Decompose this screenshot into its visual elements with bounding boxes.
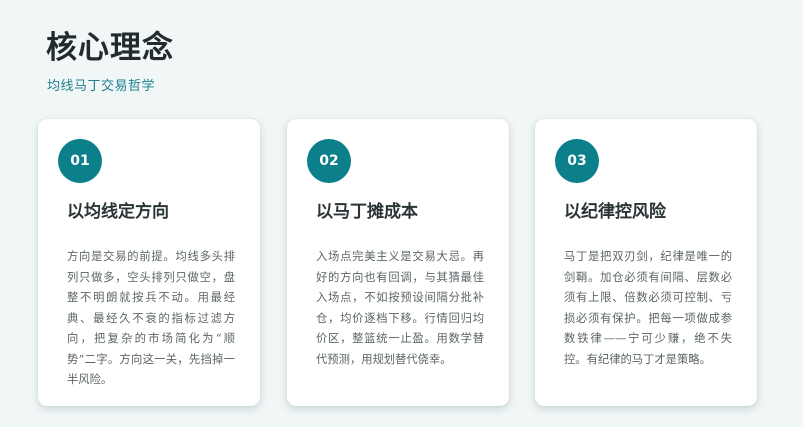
card-description: 方向是交易的前提。均线多头排列只做多，空头排列只做空，盘整不明朗就按兵不动。用最…: [67, 250, 235, 386]
card-title: 以纪律控风险: [564, 202, 666, 222]
step-number-badge: 03: [555, 139, 599, 183]
card-description: 入场点完美主义是交易大忌。再好的方向也有回调，与其猜最佳入场点，不如按预设间隔分…: [316, 250, 484, 366]
card-description: 马丁是把双刃剑，纪律是唯一的剑鞘。加仓必须有间隔、层数必须有上限、倍数必须可控制…: [564, 250, 732, 366]
principle-card-discipline: 03 以纪律控风险 马丁是把双刃剑，纪律是唯一的剑鞘。加仓必须有间隔、层数必须有…: [535, 119, 757, 406]
principle-card-trend: 01 以均线定方向 方向是交易的前提。均线多头排列只做多，空头排列只做空，盘整不…: [38, 119, 260, 406]
card-title: 以马丁摊成本: [316, 202, 418, 222]
page-subtitle: 均线马丁交易哲学: [47, 79, 156, 94]
step-number-badge: 01: [58, 139, 102, 183]
principle-card-martingale: 02 以马丁摊成本 入场点完美主义是交易大忌。再好的方向也有回调，与其猜最佳入场…: [287, 119, 509, 406]
card-title: 以均线定方向: [67, 202, 169, 222]
step-number-badge: 02: [307, 139, 351, 183]
principles-card-list: 01 以均线定方向 方向是交易的前提。均线多头排列只做多，空头排列只做空，盘整不…: [38, 119, 758, 406]
page-title: 核心理念: [46, 30, 174, 66]
